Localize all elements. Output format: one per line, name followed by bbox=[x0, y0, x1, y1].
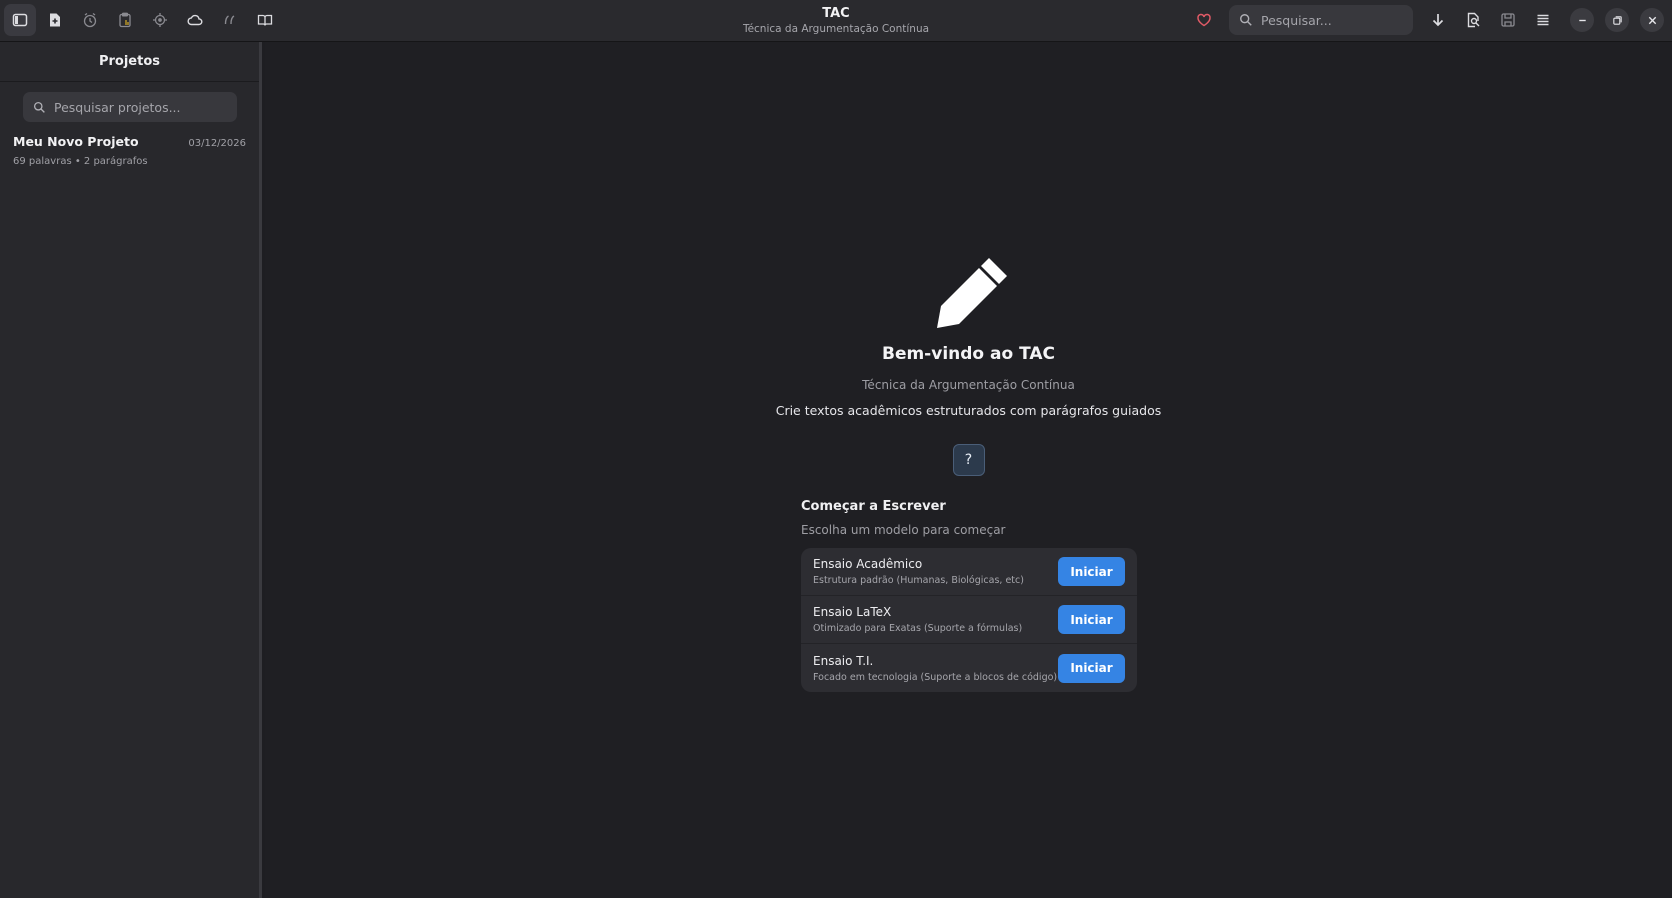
pencil-icon bbox=[929, 256, 1009, 336]
close-icon bbox=[1648, 16, 1656, 24]
restore-icon bbox=[1612, 15, 1622, 25]
cloud-icon bbox=[187, 14, 203, 26]
toolbar-right bbox=[1188, 4, 1664, 36]
save-icon bbox=[1501, 13, 1515, 27]
global-search-input[interactable] bbox=[1261, 12, 1401, 28]
heart-icon bbox=[1197, 13, 1211, 27]
library-button[interactable] bbox=[249, 4, 281, 36]
quote-button[interactable] bbox=[214, 4, 246, 36]
template-info: Ensaio LaTeX Otimizado para Exatas (Supo… bbox=[813, 605, 1022, 634]
template-name: Ensaio T.I. bbox=[813, 653, 874, 668]
project-search-input[interactable] bbox=[54, 99, 234, 115]
global-search[interactable] bbox=[1229, 5, 1413, 35]
template-description: Otimizado para Exatas (Suporte a fórmula… bbox=[813, 623, 1023, 634]
sidebar-toggle-icon bbox=[12, 13, 28, 27]
quote-icon bbox=[224, 15, 235, 25]
search-icon bbox=[1240, 14, 1252, 26]
project-meta: 69 palavras • 2 parágrafos bbox=[13, 156, 148, 167]
welcome-title: Bem-vindo ao TAC bbox=[881, 344, 1055, 364]
sidebar-title: Projetos bbox=[0, 42, 259, 82]
sidebar-toggle-button[interactable] bbox=[4, 4, 36, 36]
template-info: Ensaio Acadêmico Estrutura padrão (Human… bbox=[813, 557, 1024, 586]
template-info: Ensaio T.I. Focado em tecnologia (Suport… bbox=[813, 654, 1057, 683]
welcome-panel: Bem-vindo ao TAC Técnica da Argumentação… bbox=[265, 256, 1672, 476]
template-row-academic: Ensaio Acadêmico Estrutura padrão (Human… bbox=[801, 548, 1137, 596]
toolbar-left bbox=[4, 4, 281, 36]
book-icon bbox=[257, 14, 273, 26]
clipboard-button[interactable] bbox=[109, 4, 141, 36]
cloud-sync-button[interactable] bbox=[179, 4, 211, 36]
new-document-icon bbox=[50, 13, 60, 27]
welcome-subtitle: Técnica da Argumentação Contínua bbox=[862, 378, 1075, 392]
start-it-button[interactable]: Iniciar bbox=[1058, 653, 1125, 683]
document-search-icon bbox=[1467, 12, 1480, 28]
project-name: Meu Novo Projeto bbox=[13, 134, 139, 149]
project-date: 03/12/2026 bbox=[188, 138, 246, 149]
header-bar: TAC Técnica da Argumentação Contínua bbox=[0, 0, 1672, 42]
project-search[interactable] bbox=[23, 92, 237, 122]
favorite-button[interactable] bbox=[1188, 4, 1220, 36]
download-button[interactable] bbox=[1422, 4, 1454, 36]
timer-icon bbox=[83, 12, 97, 28]
menu-button[interactable] bbox=[1527, 4, 1559, 36]
clipboard-icon bbox=[119, 12, 131, 28]
template-name: Ensaio Acadêmico bbox=[813, 557, 923, 571]
download-icon bbox=[1432, 14, 1444, 27]
help-button[interactable]: ? bbox=[952, 444, 985, 476]
project-list-item[interactable]: Meu Novo Projeto 03/12/2026 69 palavras … bbox=[0, 122, 259, 172]
start-latex-button[interactable]: Iniciar bbox=[1058, 605, 1125, 634]
template-row-latex: Ensaio LaTeX Otimizado para Exatas (Supo… bbox=[801, 596, 1137, 644]
start-subtitle: Escolha um modelo para começar bbox=[801, 523, 1006, 537]
minimize-icon bbox=[1578, 19, 1586, 21]
template-name: Ensaio LaTeX bbox=[813, 605, 892, 619]
template-list: Ensaio Acadêmico Estrutura padrão (Human… bbox=[801, 548, 1137, 692]
main-content: Bem-vindo ao TAC Técnica da Argumentação… bbox=[265, 42, 1672, 898]
start-title: Começar a Escrever bbox=[801, 499, 946, 514]
timer-button[interactable] bbox=[74, 4, 106, 36]
save-button[interactable] bbox=[1492, 4, 1524, 36]
start-writing-section: Começar a Escrever Escolha um modelo par… bbox=[801, 499, 1137, 692]
minimize-button[interactable] bbox=[1570, 8, 1594, 32]
focus-button[interactable] bbox=[144, 4, 176, 36]
document-search-button[interactable] bbox=[1457, 4, 1489, 36]
close-button[interactable] bbox=[1640, 8, 1664, 32]
start-academic-button[interactable]: Iniciar bbox=[1058, 557, 1125, 586]
projects-sidebar: Projetos Meu Novo Projeto 03/12/2026 69 … bbox=[0, 42, 262, 898]
focus-target-icon bbox=[153, 13, 167, 27]
new-document-button[interactable] bbox=[39, 4, 71, 36]
template-description: Estrutura padrão (Humanas, Biológicas, e… bbox=[813, 575, 1024, 586]
app-window: TAC Técnica da Argumentação Contínua Pes… bbox=[0, 0, 1672, 898]
template-description: Focado em tecnologia (Suporte a blocos d… bbox=[813, 671, 1058, 683]
maximize-button[interactable] bbox=[1605, 8, 1629, 32]
search-icon bbox=[33, 101, 45, 113]
template-row-it: Ensaio T.I. Focado em tecnologia (Suport… bbox=[801, 644, 1137, 692]
welcome-description: Crie textos acadêmicos estruturados com … bbox=[775, 403, 1162, 418]
project-header-row: Meu Novo Projeto 03/12/2026 bbox=[13, 134, 246, 149]
menu-icon bbox=[1537, 14, 1549, 26]
